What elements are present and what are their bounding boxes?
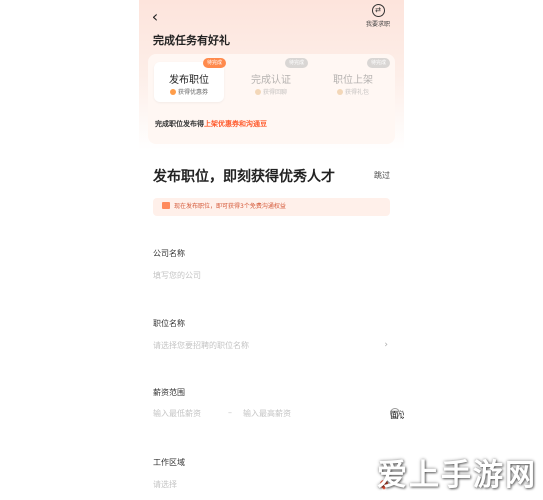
page-title: 完成任务有好礼: [153, 34, 230, 47]
task-description-highlight: 上架优惠券和沟通豆: [204, 120, 267, 128]
task-status-badge: 待完成: [202, 58, 226, 68]
salary-max-input[interactable]: 输入最高薪资: [243, 408, 291, 419]
work-area-select[interactable]: 请选择: [153, 479, 177, 490]
task-status-badge: 待完成: [366, 58, 390, 68]
notice-banner: 现在发布职位，即可获得3个免费沟通权益: [153, 198, 390, 216]
work-area-label: 工作区域: [153, 458, 185, 467]
salary-range-row: 输入最低薪资 – 输入最高薪资 面议: [153, 408, 404, 421]
task-reward: 获得优惠券: [154, 87, 224, 96]
task-name: 职位上架: [333, 75, 373, 86]
skip-button[interactable]: 跳过: [374, 170, 390, 181]
company-name-input[interactable]: 填写您的公司: [153, 270, 201, 281]
chevron-right-icon[interactable]: ›: [384, 340, 388, 350]
task-status-badge: 待完成: [284, 58, 308, 68]
salary-range-label: 薪资范围: [153, 388, 185, 397]
task-verify[interactable]: 待完成 完成认证 获得回聊: [236, 58, 308, 102]
watermark: 爱上手游网: [377, 458, 537, 493]
back-arrow-icon[interactable]: ‹: [147, 8, 163, 26]
task-description: 完成职位发布得上架优惠券和沟通豆: [155, 120, 267, 128]
switch-icon: ⇄: [371, 4, 385, 17]
position-name-label: 职位名称: [153, 319, 185, 328]
switch-role-button[interactable]: ⇄ 我要求职: [360, 4, 396, 28]
task-reward: 获得回聊: [236, 87, 306, 96]
task-name: 发布职位: [169, 75, 209, 86]
task-name: 完成认证: [251, 75, 291, 86]
gift-icon: [162, 202, 170, 209]
switch-role-label: 我要求职: [365, 21, 390, 28]
salary-separator: –: [228, 408, 232, 417]
task-card: 待完成 发布职位 获得优惠券 待完成 完成认证 获得回聊 待完成 职位上架 获得…: [148, 54, 395, 144]
coupon-icon: [169, 89, 176, 95]
task-job-online[interactable]: 待完成 职位上架 获得礼包: [318, 58, 390, 102]
company-name-label: 公司名称: [153, 249, 185, 258]
notice-text: 现在发布职位，即可获得3个免费沟通权益: [174, 203, 286, 210]
gift-icon: [336, 89, 343, 95]
app-screen: ‹ ⇄ 我要求职 完成任务有好礼 待完成 发布职位 获得优惠券 待完成 完成认证…: [139, 0, 404, 500]
salary-min-input[interactable]: 输入最低薪资: [153, 408, 201, 419]
headline: 发布职位，即刻获得优秀人才: [153, 169, 335, 185]
chat-icon: [254, 89, 261, 95]
task-post-job[interactable]: 待完成 发布职位 获得优惠券: [154, 58, 226, 102]
position-name-select[interactable]: 请选择您要招聘的职位名称: [153, 340, 249, 351]
task-reward: 获得礼包: [318, 87, 388, 96]
